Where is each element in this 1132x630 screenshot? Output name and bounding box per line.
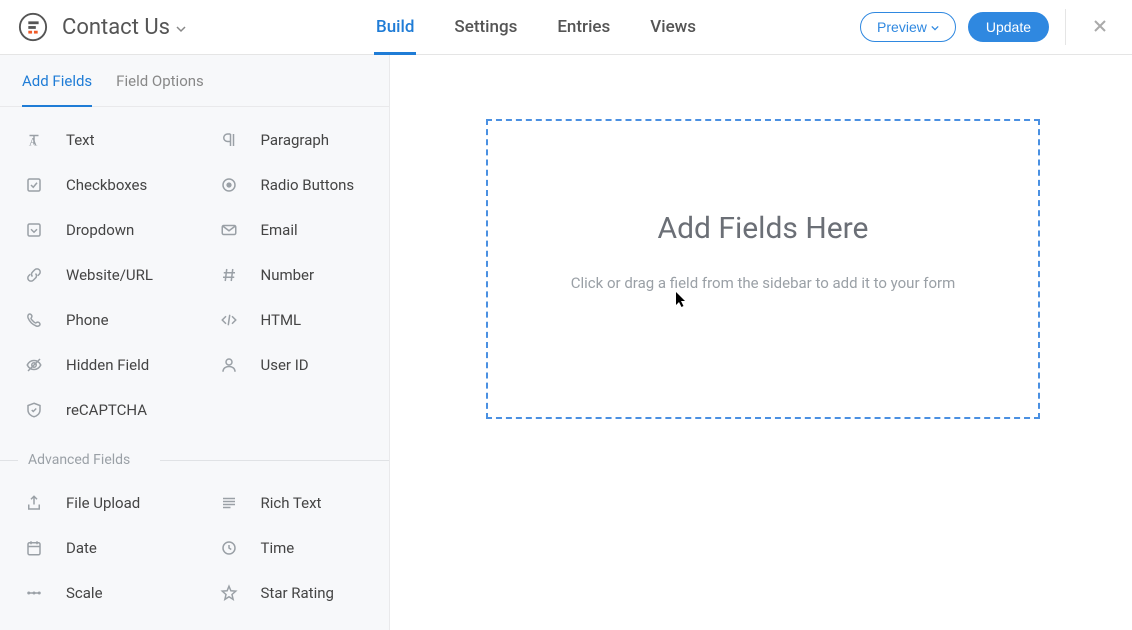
- paragraph-icon: [217, 131, 241, 149]
- preview-label: Preview: [877, 19, 927, 35]
- field-radio[interactable]: Radio Buttons: [195, 162, 390, 207]
- time-icon: [217, 539, 241, 557]
- svg-text:A: A: [29, 134, 38, 148]
- field-upload[interactable]: File Upload: [0, 480, 195, 525]
- field-text[interactable]: A Text: [0, 117, 195, 162]
- app-logo: [18, 12, 48, 42]
- recaptcha-icon: [22, 401, 46, 419]
- field-dropdown[interactable]: Dropdown: [0, 207, 195, 252]
- field-number[interactable]: Number: [195, 252, 390, 297]
- tab-views[interactable]: Views: [630, 0, 716, 54]
- field-date[interactable]: Date: [0, 525, 195, 570]
- form-canvas: Add Fields Here Click or drag a field fr…: [390, 55, 1132, 630]
- field-hidden[interactable]: Hidden Field: [0, 342, 195, 387]
- hidden-icon: [22, 356, 46, 374]
- field-label: Dropdown: [66, 221, 134, 239]
- field-label: HTML: [261, 311, 302, 329]
- field-label: Website/URL: [66, 266, 153, 284]
- field-recaptcha[interactable]: reCAPTCHA: [0, 387, 195, 432]
- sidebar-tab-add-fields[interactable]: Add Fields: [22, 55, 92, 106]
- form-title-dropdown[interactable]: Contact Us: [62, 15, 186, 40]
- field-scale[interactable]: Scale: [0, 570, 195, 615]
- field-label: Email: [261, 221, 298, 239]
- advanced-fields-heading: Advanced Fields: [0, 440, 389, 480]
- field-label: reCAPTCHA: [66, 401, 147, 419]
- field-label: Number: [261, 266, 315, 284]
- field-star[interactable]: Star Rating: [195, 570, 390, 615]
- star-icon: [217, 584, 241, 602]
- field-checkbox[interactable]: Checkboxes: [0, 162, 195, 207]
- tab-label: Settings: [454, 17, 517, 37]
- dropzone[interactable]: Add Fields Here Click or drag a field fr…: [486, 119, 1040, 419]
- field-label: Scale: [66, 584, 103, 602]
- sidebar-tabs: Add Fields Field Options: [0, 55, 389, 107]
- field-email[interactable]: Email: [195, 207, 390, 252]
- tab-build[interactable]: Build: [356, 0, 434, 54]
- field-label: Radio Buttons: [261, 176, 355, 194]
- field-label: Paragraph: [261, 131, 330, 149]
- text-icon: A: [22, 131, 46, 149]
- divider: [1065, 9, 1066, 45]
- caret-down-icon: [931, 19, 939, 35]
- field-label: Text: [66, 131, 95, 149]
- dropdown-icon: [22, 221, 46, 239]
- link-icon: [22, 266, 46, 284]
- tab-label: Entries: [557, 17, 610, 37]
- field-label: Date: [66, 539, 97, 557]
- field-label: Time: [261, 539, 295, 557]
- sidebar-tab-label: Add Fields: [22, 72, 92, 90]
- fields-panel: A Text Paragraph Checkboxes Radio Buttons Dro…: [0, 107, 389, 630]
- field-richtext[interactable]: Rich Text: [195, 480, 390, 525]
- advanced-fields-grid: File Upload Rich Text Date Time Scale Star Ra…: [0, 480, 389, 615]
- field-label: Rich Text: [261, 494, 322, 512]
- main-tabs: Build Settings Entries Views: [356, 0, 716, 54]
- close-icon: [1092, 18, 1108, 34]
- basic-fields-grid: A Text Paragraph Checkboxes Radio Buttons Dro…: [0, 117, 389, 432]
- field-label: Phone: [66, 311, 109, 329]
- upload-icon: [22, 494, 46, 512]
- field-html[interactable]: HTML: [195, 297, 390, 342]
- scale-icon: [22, 584, 46, 602]
- radio-icon: [217, 176, 241, 194]
- email-icon: [217, 221, 241, 239]
- number-icon: [217, 266, 241, 284]
- date-icon: [22, 539, 46, 557]
- field-time[interactable]: Time: [195, 525, 390, 570]
- field-user[interactable]: User ID: [195, 342, 390, 387]
- close-button[interactable]: [1086, 15, 1114, 39]
- caret-down-icon: [176, 15, 186, 40]
- update-button[interactable]: Update: [968, 12, 1049, 42]
- sidebar: Add Fields Field Options A Text Paragraph C…: [0, 55, 390, 630]
- section-heading-label: Advanced Fields: [28, 452, 130, 468]
- tab-entries[interactable]: Entries: [537, 0, 630, 54]
- user-icon: [217, 356, 241, 374]
- html-icon: [217, 311, 241, 329]
- field-label: Checkboxes: [66, 176, 147, 194]
- update-label: Update: [986, 19, 1031, 35]
- sidebar-tab-field-options[interactable]: Field Options: [116, 55, 204, 106]
- top-bar: Contact Us Build Settings Entries Views …: [0, 0, 1132, 55]
- field-label: Hidden Field: [66, 356, 149, 374]
- tab-settings[interactable]: Settings: [434, 0, 537, 54]
- field-label: Star Rating: [261, 584, 334, 602]
- field-phone[interactable]: Phone: [0, 297, 195, 342]
- checkbox-icon: [22, 176, 46, 194]
- preview-button[interactable]: Preview: [860, 12, 956, 42]
- sidebar-tab-label: Field Options: [116, 72, 204, 90]
- tab-label: Views: [650, 17, 696, 37]
- field-link[interactable]: Website/URL: [0, 252, 195, 297]
- field-label: File Upload: [66, 494, 140, 512]
- richtext-icon: [217, 494, 241, 512]
- dropzone-subtitle: Click or drag a field from the sidebar t…: [571, 274, 956, 292]
- field-paragraph[interactable]: Paragraph: [195, 117, 390, 162]
- tab-label: Build: [376, 17, 414, 37]
- top-right-actions: Preview Update: [860, 9, 1114, 45]
- form-title-text: Contact Us: [62, 15, 170, 40]
- field-label: User ID: [261, 356, 309, 374]
- phone-icon: [22, 311, 46, 329]
- dropzone-title: Add Fields Here: [658, 211, 869, 246]
